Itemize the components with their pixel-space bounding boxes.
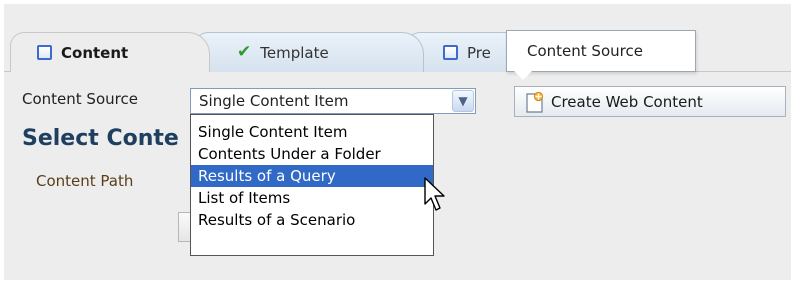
content-source-label: Content Source xyxy=(22,90,138,108)
option-results-of-query[interactable]: Results of a Query xyxy=(191,165,433,187)
chevron-down-icon[interactable]: ▼ xyxy=(452,90,474,112)
tooltip: Content Source xyxy=(506,30,696,72)
checkbox-icon xyxy=(37,45,52,60)
option-single-content-item[interactable]: Single Content Item xyxy=(191,121,433,143)
option-contents-under-folder[interactable]: Contents Under a Folder xyxy=(191,143,433,165)
tab-label: Template xyxy=(260,43,329,62)
tooltip-pointer xyxy=(514,71,532,80)
new-document-icon xyxy=(526,91,544,113)
checkbox-icon xyxy=(443,45,458,60)
tooltip-text: Content Source xyxy=(527,42,643,60)
tab-label: Pre xyxy=(467,43,491,62)
section-title: Select Conte xyxy=(22,126,179,151)
mouse-cursor-icon xyxy=(424,177,445,211)
content-editor-panel: Content ✔ Template Pre Content Source Co… xyxy=(4,4,791,280)
option-results-of-scenario[interactable]: Results of a Scenario xyxy=(191,209,433,231)
content-path-label: Content Path xyxy=(36,172,134,190)
select-value: Single Content Item xyxy=(199,92,349,110)
create-button-label: Create Web Content xyxy=(551,92,703,111)
tab-template[interactable]: ✔ Template xyxy=(194,32,424,72)
content-source-options-list: Single Content Item Contents Under a Fol… xyxy=(190,114,434,256)
create-web-content-button[interactable]: Create Web Content xyxy=(514,86,786,117)
tab-content[interactable]: Content xyxy=(10,32,210,72)
option-list-of-items[interactable]: List of Items xyxy=(191,187,433,209)
content-source-select[interactable]: Single Content Item ▼ xyxy=(190,88,476,114)
checkmark-icon: ✔ xyxy=(237,42,252,62)
tab-label: Content xyxy=(61,43,129,62)
